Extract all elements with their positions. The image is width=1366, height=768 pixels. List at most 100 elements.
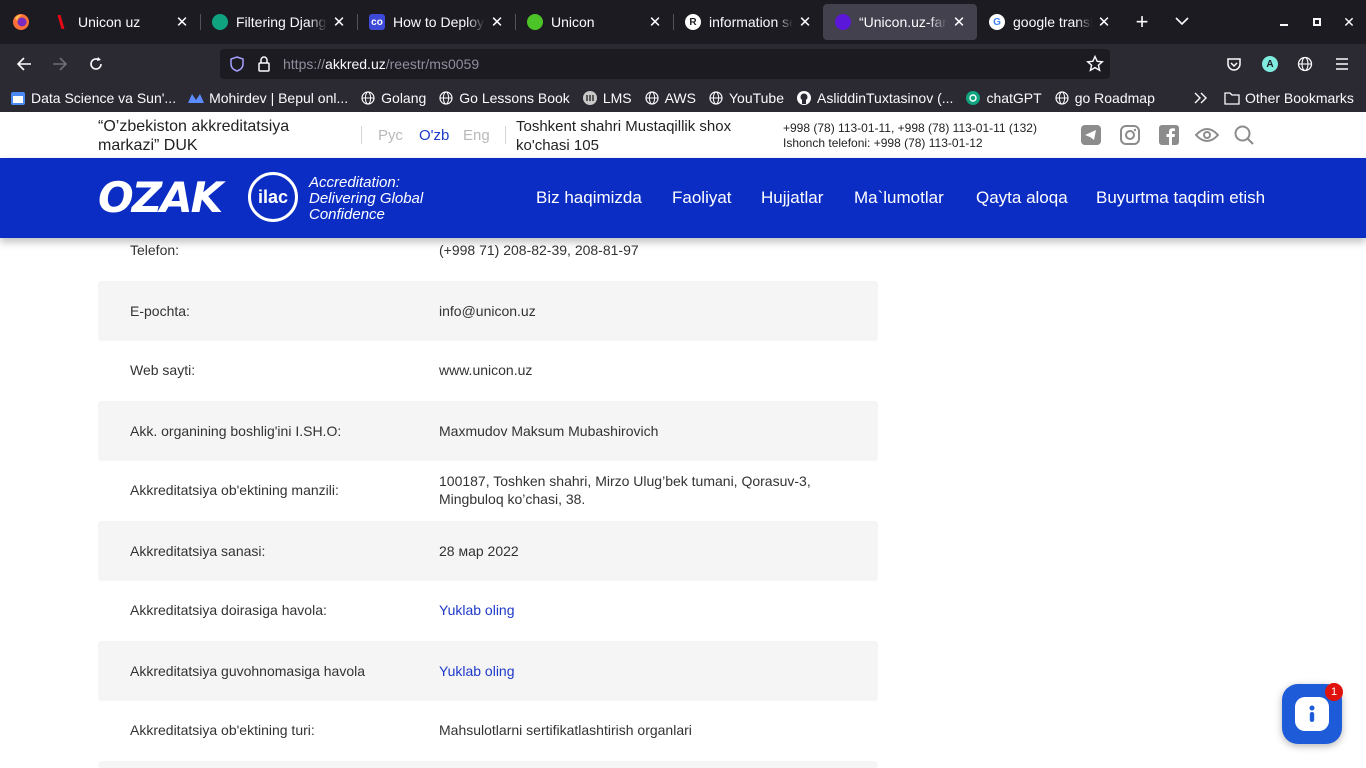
new-tab-icon[interactable]: + (1122, 9, 1162, 35)
mohirdev-icon (188, 90, 205, 106)
menu-malumotlar[interactable]: Ma`lumotlar (854, 158, 944, 238)
forward-arrow-icon[interactable] (42, 44, 78, 84)
row-value: Yuklab oling (439, 580, 839, 640)
window-close-icon[interactable]: ✕ (1333, 0, 1365, 44)
globe-icon (438, 90, 454, 106)
tab-google-translate[interactable]: G google translate ✕ (977, 4, 1122, 40)
back-arrow-icon[interactable] (6, 44, 42, 84)
bookmark-golang[interactable]: Golang (360, 90, 426, 106)
bookmark-label: AWS (664, 90, 696, 106)
lang-ru[interactable]: Рус (378, 127, 403, 144)
row-label: Web sayti: (130, 362, 196, 378)
menu-qayta-aloqa[interactable]: Qayta aloqa (976, 158, 1068, 238)
tab-unicon-uz[interactable]: Unicon uz ✕ (42, 4, 200, 40)
bookmark-label: Golang (381, 90, 427, 106)
pocket-icon[interactable] (1216, 44, 1252, 84)
purple-site-icon (835, 14, 851, 30)
tab-unicon-uz-fan-active[interactable]: “Unicon.uz-fan- ✕ (823, 4, 977, 40)
bookmark-label: Mohirdev | Bepul onl... (209, 90, 349, 106)
bookmark-label: Go Lessons Book (459, 90, 570, 106)
table-row (98, 761, 878, 768)
bookmark-go-roadmap[interactable]: go Roadmap (1054, 90, 1155, 106)
r-icon: R (685, 14, 701, 30)
row-label: Akkreditatsiya ob'ektining manzili: (130, 482, 339, 498)
bookmark-data-science[interactable]: Data Science va Sun'... (10, 90, 176, 106)
search-icon[interactable] (1232, 123, 1256, 147)
bookmark-chatgpt[interactable]: chatGPT (965, 90, 1042, 106)
visually-impaired-eye-icon[interactable] (1195, 123, 1219, 147)
bookmark-mohirdev[interactable]: Mohirdev | Bepul onl... (188, 90, 348, 106)
row-label: Akkreditatsiya guvohnomasiga havola (130, 663, 366, 679)
table-row: Akkreditatsiya ob'ektining turi: Mahsulo… (98, 700, 878, 760)
row-value: Yuklab oling (439, 641, 839, 701)
tab-title: Unicon uz (78, 14, 141, 30)
firefox-menu-icon[interactable] (0, 0, 42, 44)
red-slash-icon (54, 14, 70, 30)
url-bar[interactable]: https://akkred.uz/reestr/ms0059 (220, 49, 1110, 79)
bookmark-star-icon[interactable] (1086, 54, 1104, 78)
globe-icon (1054, 90, 1070, 106)
bookmark-github[interactable]: AsliddinTuxtasinov (... (796, 90, 953, 106)
menu-faoliyat[interactable]: Faoliyat (672, 158, 732, 238)
menu-hujjatlar[interactable]: Hujjatlar (761, 158, 823, 238)
close-icon[interactable]: ✕ (1096, 13, 1112, 31)
row-value: www.unicon.uz (439, 362, 533, 378)
other-bookmarks[interactable]: Other Bookmarks (1224, 84, 1354, 112)
bookmark-aws[interactable]: AWS (644, 90, 696, 106)
table-row: Web sayti: www.unicon.uz (98, 340, 878, 400)
calendar-icon (10, 90, 26, 106)
close-icon[interactable]: ✕ (951, 13, 967, 31)
more-bookmarks-chevron-icon[interactable] (1194, 84, 1208, 112)
list-tabs-chevron-icon[interactable] (1162, 13, 1202, 31)
tracking-shield-icon[interactable] (229, 56, 245, 72)
bookmark-label: Data Science va Sun'... (31, 90, 177, 106)
organization-name: “O’zbekiston akkreditatsiya markazi” DUK (98, 118, 290, 154)
tab-title: Filtering Django (236, 14, 327, 30)
lms-icon (582, 90, 598, 106)
tab-title: information serv (709, 14, 793, 30)
minimize-icon[interactable] (1268, 0, 1300, 44)
bookmark-go-lessons[interactable]: Go Lessons Book (438, 90, 570, 106)
bookmark-youtube[interactable]: YouTube (708, 90, 784, 106)
facebook-icon[interactable] (1157, 123, 1181, 147)
tab-filtering-django[interactable]: Filtering Django ✕ (200, 4, 357, 40)
bookmark-label: AsliddinTuxtasinov (... (817, 90, 954, 106)
row-value: Maxmudov Maksum Mubashirovich (439, 423, 659, 439)
globe-icon (708, 90, 724, 106)
close-icon[interactable]: ✕ (647, 13, 663, 31)
close-icon[interactable]: ✕ (174, 13, 190, 31)
lock-icon[interactable] (257, 56, 273, 72)
row-label: Akkreditatsiya sanasi: (130, 543, 266, 559)
reload-icon[interactable] (78, 44, 114, 84)
tab-unicon[interactable]: Unicon ✕ (515, 4, 673, 40)
lang-en[interactable]: Eng (463, 127, 490, 144)
table-row: Akkreditatsiya sanasi: 28 мар 2022 (98, 521, 878, 581)
hamburger-menu-icon[interactable] (1324, 44, 1360, 84)
download-certificate-link[interactable]: Yuklab oling (439, 662, 515, 680)
ilac-logo: ilac (248, 172, 298, 222)
lang-uz[interactable]: O'zb (419, 127, 449, 144)
account-avatar[interactable]: A (1252, 44, 1288, 84)
tab-how-to-deploy[interactable]: co How to Deploy ✕ (357, 4, 515, 40)
globe-icon (360, 90, 376, 106)
row-value: Mahsulotlarni sertifikatlashtirish organ… (439, 722, 692, 738)
tab-information-serv[interactable]: R information serv ✕ (673, 4, 823, 40)
menu-biz-haqimizda[interactable]: Biz haqimizda (536, 158, 642, 238)
codelabs-icon: co (369, 14, 385, 30)
row-label: Akkreditatsiya ob'ektining turi: (130, 722, 315, 738)
telegram-icon[interactable] (1079, 123, 1103, 147)
tab-title: How to Deploy (393, 14, 485, 30)
url-text[interactable]: https://akkred.uz/reestr/ms0059 (283, 56, 479, 72)
row-label: E-pochta: (130, 303, 190, 319)
globe-extension-icon[interactable] (1287, 44, 1323, 84)
download-scope-link[interactable]: Yuklab oling (439, 601, 515, 619)
phone-numbers: +998 (78) 113-01-11, +998 (78) 113-01-11… (783, 121, 1037, 135)
close-icon[interactable]: ✕ (797, 13, 813, 31)
maximize-icon[interactable] (1301, 0, 1333, 44)
ozak-logo[interactable]: OZAK (98, 177, 223, 219)
close-icon[interactable]: ✕ (331, 13, 347, 31)
close-icon[interactable]: ✕ (489, 13, 505, 31)
menu-buyurtma[interactable]: Buyurtma taqdim etish (1096, 158, 1265, 238)
bookmark-lms[interactable]: LMS (582, 90, 632, 106)
instagram-icon[interactable] (1118, 123, 1142, 147)
